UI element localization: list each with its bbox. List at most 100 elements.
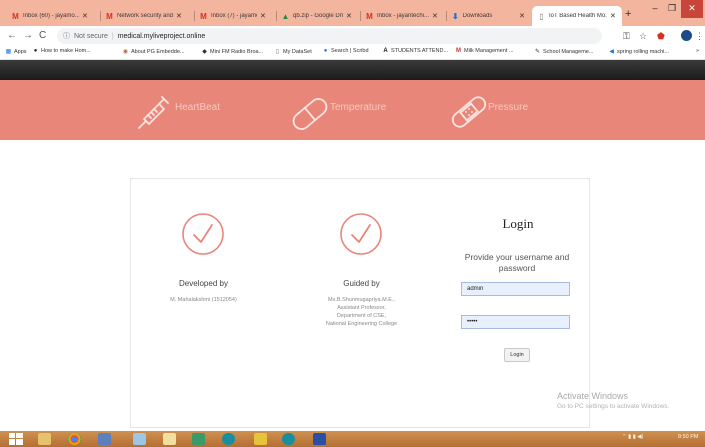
tab-google-drive[interactable]: ▲ qb.zip - Google Drive ✕ xyxy=(276,6,360,26)
site-logo-icon: ◉ xyxy=(122,49,129,55)
close-tab-icon[interactable]: ✕ xyxy=(346,12,352,20)
page-icon: ▯ xyxy=(539,11,544,21)
bookmark-label: Milk Management ... xyxy=(464,48,514,54)
close-tab-icon[interactable]: ✕ xyxy=(610,12,616,20)
extension-shield-icon[interactable]: ⬟ xyxy=(657,29,665,43)
arduino-icon[interactable] xyxy=(222,433,235,445)
scribd-logo-icon: ● xyxy=(323,48,328,54)
info-icon[interactable]: ⓘ xyxy=(63,31,70,41)
minimize-window-button[interactable]: – xyxy=(646,0,664,18)
site-top-banner xyxy=(0,60,705,80)
developed-by-heading: Developed by xyxy=(179,279,228,288)
tab-gmail-inbox-60[interactable]: M Inbox (60) - jayamo... ✕ xyxy=(6,6,100,26)
download-icon: ⬇ xyxy=(451,11,459,21)
guide-details: Ms.B.Shunmugapriya.M.E., Assistant Profe… xyxy=(300,296,423,328)
close-tab-icon[interactable]: ✕ xyxy=(519,12,525,20)
screen: M Inbox (60) - jayamo... ✕ M Network sec… xyxy=(0,0,705,447)
bookmark-item[interactable]: ◆ Mini FM Radio Broa... xyxy=(201,48,264,56)
close-tab-icon[interactable]: ✕ xyxy=(82,12,88,20)
bookmark-item[interactable]: ● Search | Scribd xyxy=(322,48,369,54)
bookmark-star-icon[interactable]: ☆ xyxy=(639,29,647,43)
forward-arrow-icon[interactable]: → xyxy=(23,29,33,43)
gmail-icon: M xyxy=(200,11,207,21)
syringe-icon[interactable] xyxy=(133,90,177,134)
bookmark-label: My DataSet xyxy=(283,48,312,55)
nav-heartbeat[interactable]: HeartBeat xyxy=(175,102,220,113)
close-tab-icon[interactable]: ✕ xyxy=(260,12,266,20)
username-input[interactable] xyxy=(461,282,570,296)
gmail-icon: M xyxy=(106,11,113,21)
bookmark-item[interactable]: A STUDENTS ATTEND... xyxy=(382,48,448,54)
bookmark-item[interactable]: M Milk Management ... xyxy=(455,48,514,54)
tab-title: Inbox (7) - jayamoha... xyxy=(211,13,257,19)
activate-windows-subtitle: Go to PC settings to activate Windows. xyxy=(557,403,670,410)
file-explorer-icon[interactable] xyxy=(38,433,51,445)
tab-gmail-inbox-7[interactable]: M Inbox (7) - jayamoha... ✕ xyxy=(194,6,276,26)
close-window-button[interactable]: ✕ xyxy=(681,0,703,18)
more-bookmarks-icon[interactable]: » xyxy=(696,48,699,54)
bandage-icon[interactable] xyxy=(447,90,491,134)
paint-brush-icon[interactable] xyxy=(163,433,176,445)
guide-name: Ms.B.Shunmugapriya.M.E., xyxy=(328,297,395,303)
developer-name: M. Mahalakshmi (1512054) xyxy=(170,297,237,303)
nav-pressure[interactable]: Pressure xyxy=(488,102,528,113)
pen-icon: ✎ xyxy=(534,49,541,55)
bookmark-label: Apps xyxy=(14,48,27,55)
arduino-icon[interactable] xyxy=(282,433,295,445)
nav-temperature[interactable]: Temperature xyxy=(330,102,386,113)
password-input[interactable] xyxy=(461,315,570,329)
bookmark-label: Mini FM Radio Broa... xyxy=(210,48,264,55)
tab-title: Downloads xyxy=(462,13,493,19)
page-icon: ▯ xyxy=(275,49,280,55)
close-tab-icon[interactable]: ✕ xyxy=(176,12,182,20)
tab-title: qb.zip - Google Drive xyxy=(293,13,343,19)
guide-college: National Engineering College xyxy=(325,321,398,327)
maximize-window-button[interactable]: ❐ xyxy=(664,0,680,18)
tab-inbox-jayantech[interactable]: M Inbox - jayantechi... ✕ xyxy=(360,6,446,26)
bookmark-label: How to make Hom... xyxy=(41,48,91,54)
menu-kebab-icon[interactable]: ⋮ xyxy=(695,29,704,43)
system-tray-icons[interactable]: ⌃ ▮ ▮ ◀) xyxy=(622,434,643,440)
close-tab-icon[interactable]: ✕ xyxy=(432,12,438,20)
chrome-icon[interactable] xyxy=(68,433,81,445)
bookmark-item[interactable]: ▯ My DataSet xyxy=(274,48,312,56)
tab-title: Inbox - jayantechi... xyxy=(377,13,429,19)
bookmark-item[interactable]: ◉ About PG Embedde... xyxy=(122,48,185,56)
security-label: Not secure xyxy=(74,32,108,40)
circle-logo-icon: ● xyxy=(33,48,38,54)
bookmark-label: About PG Embedde... xyxy=(131,48,185,55)
bookmarks-bar: ▦ Apps ● How to make Hom... ◉ About PG Embe… xyxy=(0,46,705,60)
address-divider: | xyxy=(111,32,114,40)
bookmark-label: Search | Scribd xyxy=(331,48,369,54)
tab-iot-health-active[interactable]: ▯ IoT Based Health Mo... ✕ xyxy=(532,6,622,26)
gmail-icon: M xyxy=(366,11,373,21)
address-bar[interactable]: ⓘ Not secure | medical.myliveproject.onl… xyxy=(57,28,602,44)
bookmark-item[interactable]: ✎ School Manageme... xyxy=(534,48,594,56)
tab-downloads[interactable]: ⬇ Downloads ✕ xyxy=(446,6,530,26)
reload-icon[interactable]: C xyxy=(39,29,46,43)
bookmark-item[interactable]: ● How to make Hom... xyxy=(32,48,91,54)
bookmark-label: School Manageme... xyxy=(543,48,594,55)
visual-studio-icon[interactable] xyxy=(313,433,326,445)
site-header: HeartBeat Temperature Pressure xyxy=(0,80,705,140)
back-arrow-icon[interactable]: ← xyxy=(7,29,17,43)
profile-avatar[interactable] xyxy=(681,30,692,41)
key-icon[interactable]: ⚿ xyxy=(623,29,630,43)
apps-grid-icon: ▦ xyxy=(5,49,12,55)
login-button[interactable]: Login xyxy=(504,348,530,362)
document-app-icon[interactable] xyxy=(133,433,146,445)
app-window-icon[interactable] xyxy=(98,433,111,445)
bookmark-label: STUDENTS ATTEND... xyxy=(391,48,449,54)
bookmark-item[interactable]: ◀ spring rolling machi... xyxy=(608,48,669,56)
bookmark-label: spring rolling machi... xyxy=(617,48,669,55)
bookmark-apps[interactable]: ▦ Apps xyxy=(5,48,27,56)
tab-network-security[interactable]: M Network security and... ✕ xyxy=(100,6,194,26)
check-circle-icon xyxy=(340,213,382,255)
folder-app-icon[interactable] xyxy=(254,433,267,445)
spreadsheet-app-icon[interactable] xyxy=(192,433,205,445)
windows-start-icon[interactable] xyxy=(9,433,23,445)
capsule-icon[interactable] xyxy=(288,92,332,136)
new-tab-button[interactable]: + xyxy=(625,9,631,20)
guide-department: Department of CSE, xyxy=(336,313,387,319)
radio-logo-icon: ◆ xyxy=(202,49,207,55)
